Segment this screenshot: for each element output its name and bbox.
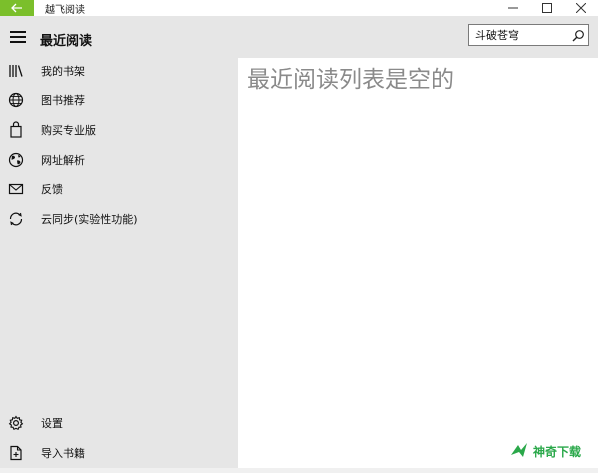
- sidebar-item-label: 购买专业版: [41, 124, 96, 137]
- sidebar-item-recommend[interactable]: 图书推荐: [0, 87, 238, 113]
- sidebar-item-settings[interactable]: 设置: [0, 410, 238, 436]
- sidebar-item-bookshelf[interactable]: 我的书架: [0, 58, 238, 84]
- sidebar-item-import-books[interactable]: 导入书籍: [0, 440, 238, 466]
- minimize-button[interactable]: [496, 0, 530, 16]
- back-arrow-icon: [11, 3, 22, 13]
- watermark: 神奇下载: [509, 440, 591, 462]
- sidebar-item-label: 网址解析: [41, 154, 85, 167]
- sidebar-item-label: 云同步(实验性功能): [41, 213, 138, 226]
- sidebar-item-cloud-sync[interactable]: 云同步(实验性功能): [0, 206, 238, 232]
- search-input[interactable]: [469, 25, 567, 45]
- back-button[interactable]: [0, 0, 34, 16]
- search-icon: [572, 30, 584, 42]
- sidebar-item-label: 反馈: [41, 183, 63, 196]
- search-box: [468, 24, 589, 46]
- sidebar-item-label: 设置: [41, 417, 63, 430]
- mail-icon: [8, 183, 24, 195]
- sidebar-item-label: 图书推荐: [41, 94, 85, 107]
- sidebar-item-label: 导入书籍: [41, 447, 85, 460]
- empty-state-message: 最近阅读列表是空的: [247, 67, 454, 93]
- watermark-text: 神奇下载: [533, 445, 582, 459]
- shopping-bag-icon: [10, 121, 22, 138]
- earth-icon: [8, 152, 24, 168]
- minimize-icon: [508, 7, 518, 9]
- sidebar-item-buy-pro[interactable]: 购买专业版: [0, 117, 238, 143]
- globe-icon: [8, 92, 24, 108]
- sidebar-item-label: 我的书架: [41, 65, 85, 78]
- close-icon: [576, 3, 586, 13]
- bookshelf-icon: [9, 65, 23, 77]
- close-button[interactable]: [564, 0, 598, 16]
- import-file-icon: [10, 445, 22, 461]
- gear-icon: [8, 415, 24, 431]
- maximize-icon: [542, 3, 552, 13]
- maximize-button[interactable]: [530, 0, 564, 16]
- sidebar: 我的书架 图书推荐 购买专业版 网址解析 反馈 云同步(实验性功能) 设置 导入…: [0, 58, 238, 468]
- hamburger-menu-icon[interactable]: [10, 31, 26, 43]
- app-header: 最近阅读: [0, 16, 598, 58]
- bottom-edge: [0, 468, 598, 473]
- sidebar-item-feedback[interactable]: 反馈: [0, 176, 238, 202]
- app-title: 越飞阅读: [45, 5, 85, 16]
- sync-icon: [9, 212, 23, 226]
- watermark-logo-icon: [511, 443, 527, 457]
- main-content: 最近阅读列表是空的: [238, 58, 598, 468]
- title-bar: 越飞阅读: [0, 0, 598, 16]
- search-button[interactable]: [571, 28, 585, 42]
- sidebar-item-url-parse[interactable]: 网址解析: [0, 147, 238, 173]
- page-title: 最近阅读: [40, 34, 93, 49]
